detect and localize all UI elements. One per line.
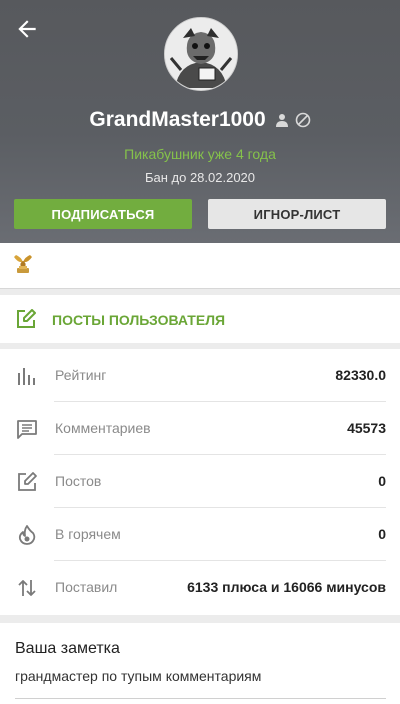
note-text[interactable]: грандмастер по тупым комментариям	[15, 668, 261, 684]
stat-label: Поставил	[55, 579, 118, 595]
stat-label: В горячем	[55, 526, 121, 542]
swap-arrows-icon	[18, 580, 36, 596]
stat-hot: В горячем 0	[0, 508, 400, 561]
stats-list: Рейтинг 82330.0 Комментариев 45573 Посто…	[0, 349, 400, 614]
note-title: Ваша заметка	[15, 640, 120, 657]
user-posts-link[interactable]: ПОСТЫ ПОЛЬЗОВАТЕЛЯ	[0, 295, 400, 343]
ban-status: Бан до 28.02.2020	[144, 170, 256, 185]
username: GrandMaster1000	[89, 108, 266, 131]
stat-value: 0	[378, 526, 386, 542]
bar-chart-icon	[18, 368, 35, 385]
ignore-list-button[interactable]: ИГНОР-ЛИСТ	[208, 199, 386, 229]
stat-votes: Поставил 6133 плюса и 16066 минусов	[0, 561, 400, 614]
username-row: GrandMaster1000	[0, 108, 400, 132]
stat-label: Комментариев	[55, 420, 151, 436]
stat-label: Постов	[55, 473, 102, 489]
stat-rating: Рейтинг 82330.0	[0, 349, 400, 402]
awards-strip	[0, 243, 400, 289]
account-age: Пикабушник уже 4 года	[124, 146, 276, 162]
stat-label: Рейтинг	[55, 367, 107, 383]
award-icon[interactable]	[12, 253, 34, 275]
user-note[interactable]: Ваша заметка грандмастер по тупым коммен…	[0, 623, 400, 704]
note-underline	[15, 698, 386, 699]
stat-comments: Комментариев 45573	[0, 402, 400, 455]
back-arrow-icon[interactable]	[14, 16, 40, 42]
stat-value: 45573	[347, 420, 386, 436]
banned-icon	[295, 112, 310, 128]
subscribe-button[interactable]: ПОДПИСАТЬСЯ	[14, 199, 192, 229]
comment-icon	[17, 420, 37, 439]
avatar[interactable]	[164, 17, 238, 91]
stat-value: 6133 плюса и 16066 минусов	[187, 579, 386, 595]
profile-header: GrandMaster1000 Пикабушник уже 4 года Ба…	[0, 0, 400, 243]
stat-posts: Постов 0	[0, 455, 400, 508]
stat-value: 0	[378, 473, 386, 489]
edit-icon	[17, 309, 36, 328]
stat-value: 82330.0	[335, 367, 386, 383]
divider	[0, 615, 400, 623]
user-posts-label: ПОСТЫ ПОЛЬЗОВАТЕЛЯ	[52, 312, 226, 328]
edit-icon	[18, 472, 37, 491]
person-icon	[276, 113, 289, 127]
fire-icon	[18, 525, 36, 545]
